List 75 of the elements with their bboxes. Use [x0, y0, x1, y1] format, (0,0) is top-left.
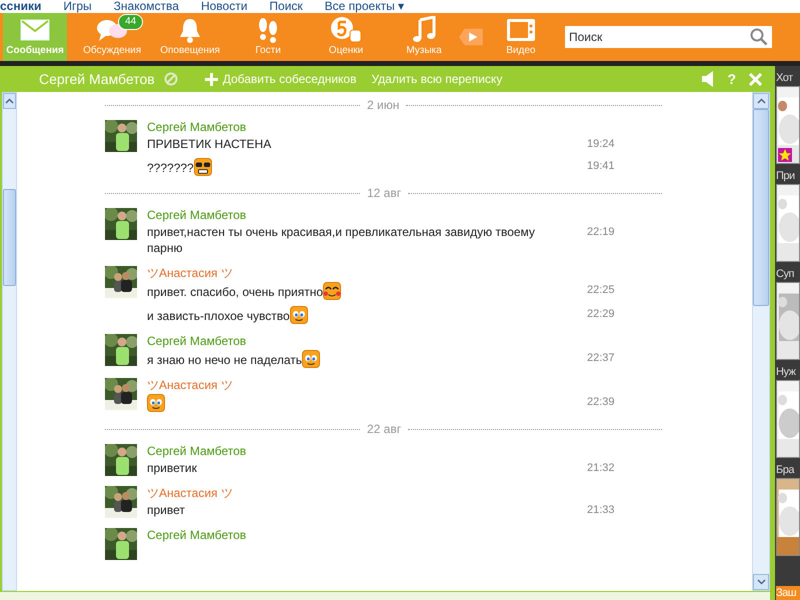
- tv-icon: [506, 18, 536, 42]
- top-nav-link[interactable]: Игры: [63, 0, 92, 13]
- author-name[interactable]: Сергей Мамбетов: [147, 444, 246, 458]
- scroll-down-icon[interactable]: [756, 579, 766, 585]
- ad-title[interactable]: Бра: [776, 463, 800, 478]
- message-time: 22:37: [587, 351, 616, 366]
- nav-tab[interactable]: Оценки: [313, 13, 380, 61]
- author-name[interactable]: ツАнастасия ツ: [147, 266, 233, 280]
- author-name[interactable]: ツАнастасия ツ: [147, 378, 233, 392]
- date-separator: 22 авг: [367, 422, 402, 436]
- message-time: 19:41: [587, 159, 616, 174]
- nav-tab[interactable]: Оповещения: [157, 13, 224, 61]
- nav-tab[interactable]: Музыка: [391, 13, 457, 61]
- top-nav-link[interactable]: ссники: [0, 0, 42, 13]
- ad-title[interactable]: Нуж: [776, 365, 800, 380]
- nav-tab[interactable]: Гости: [235, 13, 302, 61]
- close-icon[interactable]: [749, 72, 762, 86]
- message-text: и зависть-плохое чувство: [147, 308, 290, 324]
- bell-icon: [178, 17, 202, 43]
- block-icon[interactable]: [164, 72, 178, 86]
- author-name[interactable]: Сергей Мамбетов: [147, 120, 246, 134]
- message-text: привет,настен ты очень красивая,и превликательная завидую твоему парню: [147, 224, 536, 256]
- message-time: 21:33: [587, 503, 616, 518]
- wide-eyed-smiley-icon: [302, 350, 320, 368]
- message-time: 19:24: [587, 137, 616, 152]
- scrollbar[interactable]: [752, 92, 770, 591]
- top-nav-link[interactable]: Поиск: [269, 0, 303, 13]
- date-separator: 2 июн: [367, 98, 400, 112]
- top-nav-link[interactable]: Новости: [200, 0, 248, 13]
- music-note-icon: [412, 16, 436, 44]
- wide-eyed-smiley-icon: [290, 306, 308, 324]
- plus-icon[interactable]: [204, 72, 218, 86]
- message-time: 22:29: [587, 307, 616, 322]
- message-time: 22:25: [587, 283, 616, 298]
- envelope-icon: [20, 19, 50, 41]
- wide-eyed-smiley-icon: [147, 394, 165, 412]
- count-badge: 44: [118, 14, 144, 30]
- scroll-thumb[interactable]: [753, 109, 769, 306]
- message-text: привет. спасибо, очень приятно: [147, 284, 324, 300]
- add-participants-link[interactable]: Добавить собеседников: [222, 72, 356, 86]
- ad-title[interactable]: При: [776, 169, 800, 184]
- nav-tab[interactable]: Сообщения: [3, 13, 68, 61]
- promo-label[interactable]: Заш: [776, 586, 800, 600]
- scrollbar[interactable]: [2, 92, 17, 591]
- message-time: 21:32: [587, 461, 616, 476]
- top-nav-link[interactable]: Все проекты ▾: [324, 0, 404, 13]
- author-name[interactable]: ツАнастасия ツ: [147, 486, 233, 500]
- ad-title[interactable]: Хот: [776, 71, 800, 86]
- nav-tab[interactable]: 44 Обсуждения: [79, 13, 146, 61]
- date-separator: 12 авг: [367, 186, 402, 200]
- message-text: я знаю но нечо не паделать: [147, 352, 302, 368]
- message-time: 22:39: [587, 395, 616, 410]
- scroll-up-icon[interactable]: [5, 98, 14, 104]
- top-nav-link[interactable]: Знакомства: [114, 0, 179, 13]
- search-field[interactable]: Поиск: [564, 26, 772, 48]
- speaker-icon[interactable]: [702, 71, 714, 87]
- delete-conversation-link[interactable]: Удалить всю переписку: [371, 72, 502, 86]
- search-icon[interactable]: [750, 28, 768, 46]
- ad-title[interactable]: Суп: [776, 267, 800, 282]
- scroll-thumb[interactable]: [3, 189, 16, 286]
- message-text: ???????: [147, 160, 194, 176]
- rating-badge-icon: [330, 16, 362, 44]
- message-time: 22:19: [587, 225, 616, 240]
- help-button[interactable]: ?: [727, 71, 736, 87]
- author-name[interactable]: Сергей Мамбетов: [147, 208, 246, 222]
- message-text: ПРИВЕТИК НАСТЕНА: [147, 136, 272, 152]
- author-name[interactable]: Сергей Мамбетов: [147, 334, 246, 348]
- blushing-smiley-icon: [323, 282, 342, 300]
- contact-name[interactable]: Сергей Мамбетов: [39, 71, 155, 87]
- nav-tab[interactable]: Видео: [488, 13, 553, 61]
- message-text: привет: [147, 502, 185, 518]
- sunglasses-smiley-icon: [194, 158, 212, 176]
- message-text: приветик: [147, 460, 197, 476]
- scroll-up-icon[interactable]: [756, 98, 766, 104]
- author-name[interactable]: Сергей Мамбетов: [147, 528, 246, 542]
